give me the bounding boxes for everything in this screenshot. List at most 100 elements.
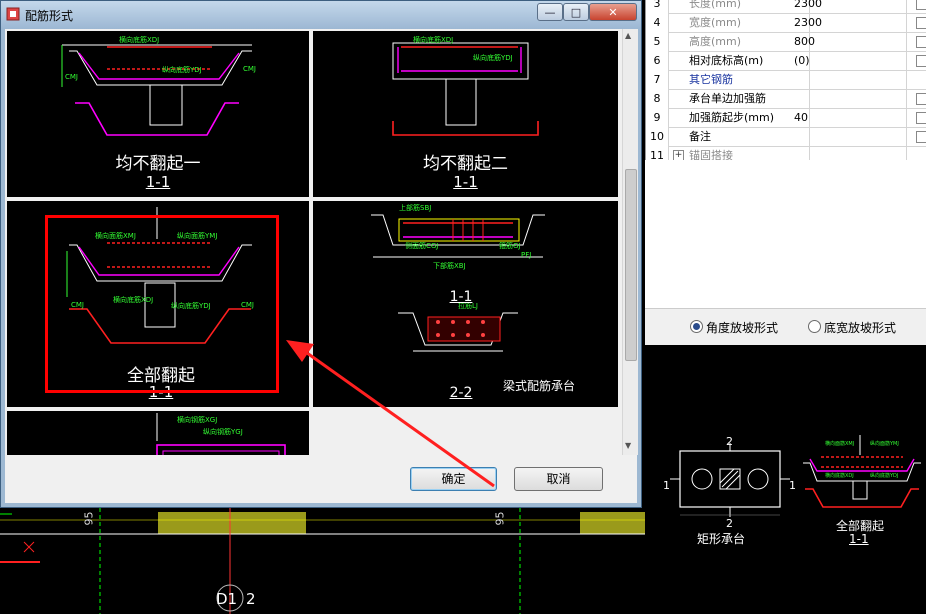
property-row-number: 6 <box>646 51 669 70</box>
property-checkbox[interactable] <box>916 17 926 29</box>
axis-label-2: 2 <box>246 590 256 608</box>
thumb1-label-cmj-right: CMJ <box>243 65 256 73</box>
preview-dim-bottom: 2 <box>726 517 733 530</box>
property-name: 其它钢筋 <box>669 70 810 89</box>
property-name: 加强筋起步(mm) <box>669 108 810 127</box>
preview-dim-left: 1 <box>663 479 670 492</box>
property-name: 备注 <box>669 127 810 146</box>
property-row[interactable]: 5 高度(mm) 800 <box>646 32 926 52</box>
property-checkbox[interactable] <box>916 0 926 10</box>
property-value[interactable] <box>790 70 907 89</box>
thumb4-caption: 梁式配筋承台 <box>503 379 576 393</box>
property-name-text: 宽度(mm) <box>689 16 742 29</box>
thumb1-label-ydj: 纵向底筋YDJ <box>162 66 202 74</box>
property-name-text: 承台单边加强筋 <box>689 92 766 105</box>
property-row-number: 3 <box>646 0 669 13</box>
preview-dim-top: 2 <box>726 435 733 448</box>
radio-angle-slope-label[interactable]: 角度放坡形式 <box>706 319 778 336</box>
rebar-form-dialog: 配筋形式 — □ ✕ 横向底筋XDJ 纵向底筋YDJ CMJ CMJ 均不翻起一… <box>0 0 642 508</box>
thumb2-label-xdj: 横向底筋XDJ <box>413 36 454 44</box>
canvas-dim-left: 95 <box>82 511 96 526</box>
property-name-text: 加强筋起步(mm) <box>689 111 775 124</box>
thumb4-section-2: 2-2 <box>449 385 473 401</box>
scroll-up-arrow[interactable]: ▲ <box>625 31 631 40</box>
property-name-text: 长度(mm) <box>689 0 742 10</box>
thumb2-caption: 均不翻起二 <box>423 154 508 174</box>
property-checkbox[interactable] <box>916 55 926 67</box>
property-name: 相对底标高(m) <box>669 51 810 70</box>
property-value[interactable]: 800 <box>790 32 907 51</box>
property-row[interactable]: 3 长度(mm) 2300 <box>646 0 926 14</box>
property-name-text: 其它钢筋 <box>689 73 733 86</box>
property-name-text: 高度(mm) <box>689 35 742 48</box>
property-name: 承台单边加强筋 <box>669 89 810 108</box>
preview-section-label: 1-1 <box>849 532 869 546</box>
property-checkbox[interactable] <box>916 36 926 48</box>
option-none-bent-1[interactable]: 横向底筋XDJ 纵向底筋YDJ CMJ CMJ 均不翻起一 1-1 <box>7 31 309 197</box>
property-name: 宽度(mm) <box>669 13 810 32</box>
property-row-number: 5 <box>646 32 669 51</box>
dialog-client-area: 横向底筋XDJ 纵向底筋YDJ CMJ CMJ 均不翻起一 1-1 横向底筋XD… <box>5 29 638 503</box>
property-name: 高度(mm) <box>669 32 810 51</box>
thumb1-caption: 均不翻起一 <box>115 154 201 174</box>
canvas-dim-right: 95 <box>493 511 507 526</box>
property-row[interactable]: 10 备注 <box>646 127 926 147</box>
property-value[interactable]: 2300 <box>790 13 907 32</box>
property-value[interactable] <box>790 89 907 108</box>
property-row[interactable]: 6 相对底标高(m) (0) <box>646 51 926 71</box>
close-button[interactable]: ✕ <box>589 3 637 21</box>
thumb4-label-gj: 箍筋GJ <box>499 242 521 250</box>
thumb4-label-pfj: PFJ <box>521 251 532 259</box>
axis-label: D1 <box>216 590 238 608</box>
dialog-title: 配筋形式 <box>25 9 74 23</box>
thumb5-label-xgj: 横向钢筋XGJ <box>177 416 218 424</box>
dialog-titlebar[interactable]: 配筋形式 — □ ✕ <box>1 1 641 29</box>
property-row-number: 7 <box>646 70 669 89</box>
thumb4-section-1: 1-1 <box>449 289 473 305</box>
property-row-number: 9 <box>646 108 669 127</box>
property-checkbox[interactable] <box>916 131 926 143</box>
property-row[interactable]: 7 其它钢筋 <box>646 70 926 90</box>
property-value[interactable]: (0) <box>790 51 907 70</box>
scroll-thumb[interactable] <box>625 169 637 361</box>
svg-text:横向底筋XDJ: 横向底筋XDJ <box>825 472 854 479</box>
property-name-text: 相对底标高(m) <box>689 54 764 67</box>
property-checkbox[interactable] <box>916 93 926 105</box>
property-name-text: 备注 <box>689 130 711 143</box>
thumb4-label-sbj: 上部筋SBJ <box>399 204 432 212</box>
cancel-button[interactable]: 取消 <box>514 467 603 491</box>
property-name: 长度(mm) <box>669 0 810 13</box>
thumb2-section: 1-1 <box>453 173 478 191</box>
svg-text:纵向底筋YDJ: 纵向底筋YDJ <box>870 472 898 479</box>
property-value[interactable]: 2300 <box>790 0 907 13</box>
selection-highlight <box>45 215 279 393</box>
property-row[interactable]: 8 承台单边加强筋 <box>646 89 926 109</box>
property-checkbox[interactable] <box>916 112 926 124</box>
property-value[interactable] <box>790 127 907 146</box>
option-all-bent[interactable]: 横向面筋XMJ 纵向面筋YMJ 横向底筋XDJ 纵向底筋YDJ CMJ CMJ … <box>7 201 309 407</box>
slope-type-bar: 角度放坡形式 底宽放坡形式 <box>645 308 926 346</box>
thumb1-section: 1-1 <box>145 173 171 191</box>
app-icon <box>6 7 20 21</box>
radio-bottom-width-slope[interactable] <box>808 320 821 333</box>
gallery-scrollbar[interactable]: ▲ ▼ <box>622 29 638 455</box>
option-beam-style-footing[interactable]: 上部筋SBJ 侧面筋CGJ 下部筋XBJ 拉筋LJ 箍筋GJ PFJ 1-1 梁… <box>313 201 618 407</box>
option-none-bent-2[interactable]: 横向底筋XDJ 纵向底筋YDJ 均不翻起二 1-1 <box>313 31 618 197</box>
maximize-button[interactable]: □ <box>563 3 589 21</box>
ok-button[interactable]: 确定 <box>410 467 497 491</box>
option-plate-footing[interactable]: 横向钢筋XGJ 纵向钢筋YGJ <box>7 411 309 455</box>
property-grid-empty-area <box>645 160 926 308</box>
preview-rect-caption: 矩形承台 <box>697 532 746 546</box>
scroll-down-arrow[interactable]: ▼ <box>625 441 631 450</box>
footing-preview: 横向面筋XMJ 纵向面筋YMJ 横向底筋XDJ 纵向底筋YDJ 2 2 1 1 … <box>645 345 926 614</box>
radio-angle-slope[interactable] <box>690 320 703 333</box>
property-row-number: 8 <box>646 89 669 108</box>
preview-dim-right: 1 <box>789 479 796 492</box>
property-row[interactable]: 9 加强筋起步(mm) 40 <box>646 108 926 128</box>
thumb4-label-cgj: 侧面筋CGJ <box>405 242 439 250</box>
thumb2-label-ydj: 纵向底筋YDJ <box>473 54 513 62</box>
minimize-button[interactable]: — <box>537 3 563 21</box>
property-row[interactable]: 4 宽度(mm) 2300 <box>646 13 926 33</box>
radio-bottom-width-slope-label[interactable]: 底宽放坡形式 <box>824 319 896 336</box>
property-value[interactable]: 40 <box>790 108 907 127</box>
